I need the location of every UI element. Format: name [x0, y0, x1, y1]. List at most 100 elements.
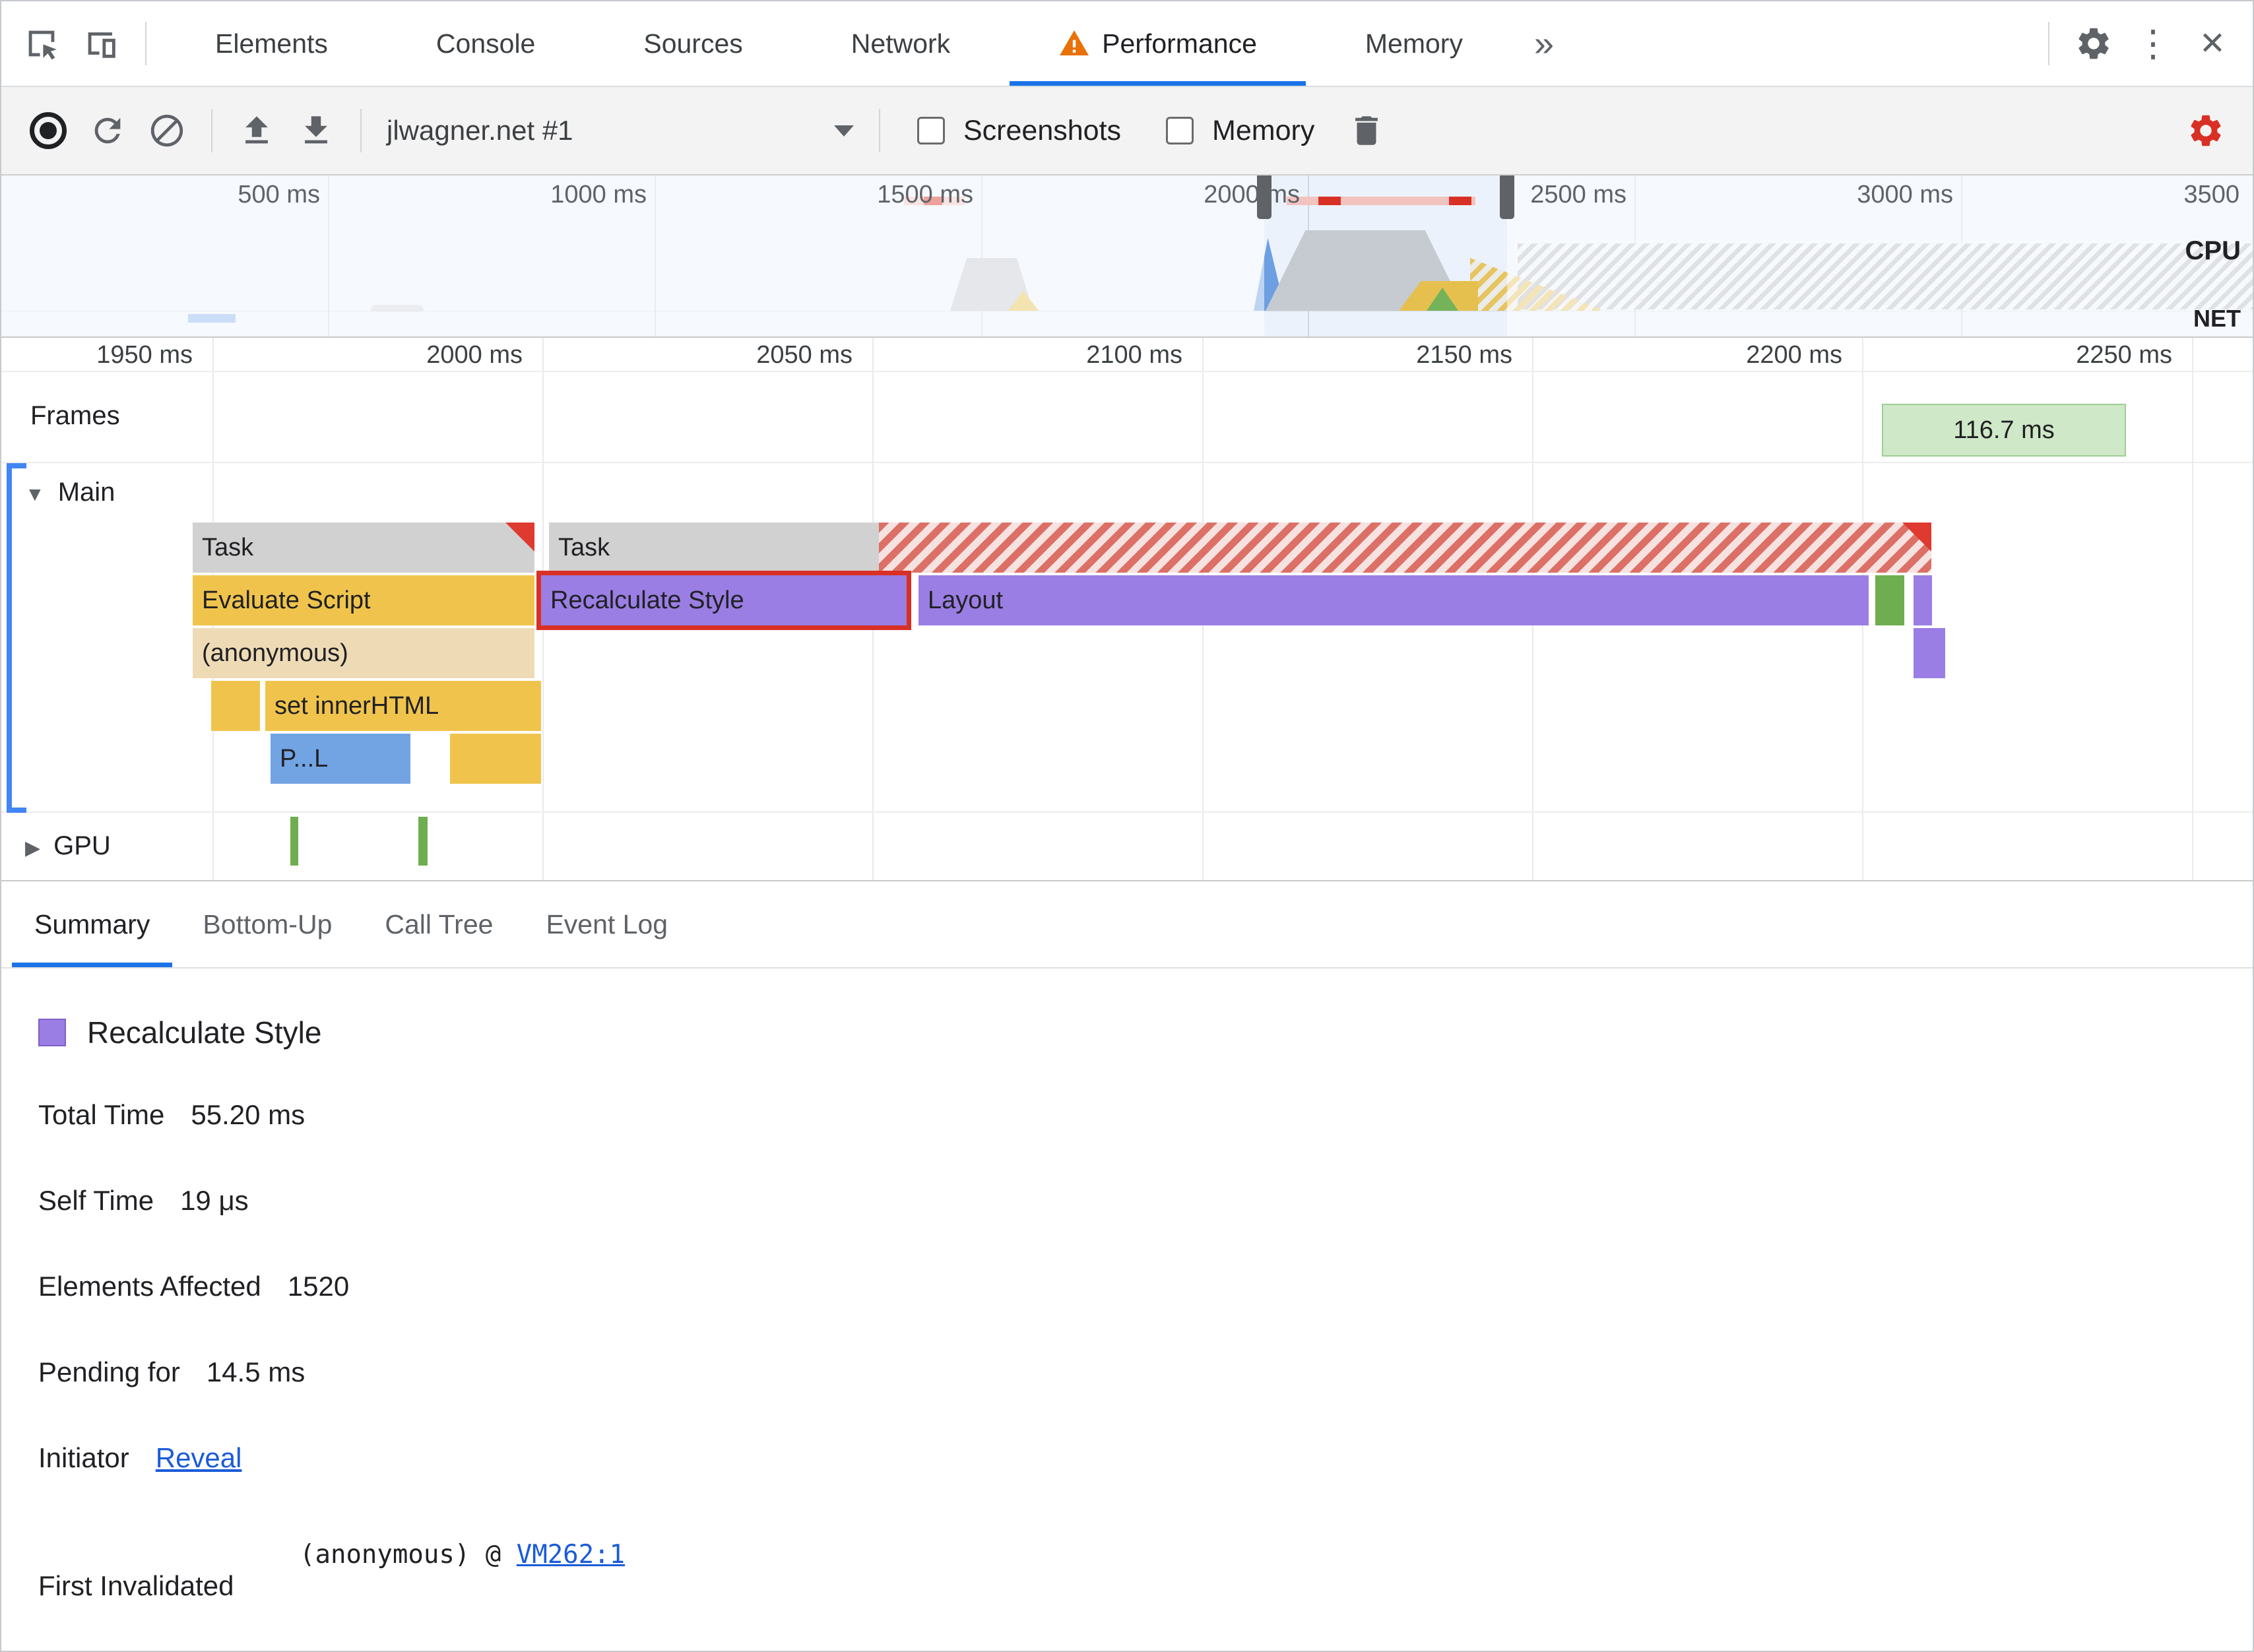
tab-label: Console: [435, 28, 536, 59]
overview-tick-label: 2000 ms: [1204, 181, 1300, 208]
save-profile-button[interactable]: [286, 101, 346, 160]
download-icon: [305, 116, 327, 144]
tab-label: Summary: [34, 908, 150, 939]
screenshots-toggle[interactable]: Screenshots: [917, 115, 1121, 147]
tab-elements[interactable]: Elements: [161, 1, 382, 86]
tab-label: Sources: [643, 28, 743, 59]
tab-bottom-up[interactable]: Bottom-Up: [176, 881, 358, 967]
record-button[interactable]: [18, 101, 78, 160]
tab-network[interactable]: Network: [797, 1, 1004, 86]
timeline-overview[interactable]: CPU NET 500 ms 1000 ms 1500 ms 2000 ms 2500 …: [1, 175, 2253, 338]
trash-icon: [1355, 116, 1378, 145]
tab-label: Performance: [1102, 28, 1257, 59]
toolbar-divider: [2048, 22, 2049, 65]
settings-button[interactable]: [2064, 14, 2123, 73]
net-label: NET: [2193, 305, 2241, 332]
gear-icon: [2191, 115, 2221, 146]
clear-button[interactable]: [137, 101, 197, 160]
source-location-link[interactable]: VM262:1: [517, 1540, 625, 1570]
more-tabs-button[interactable]: [1517, 23, 1571, 64]
toolbar-divider: [145, 22, 146, 65]
summary-row: Pending for 14.5 ms: [38, 1356, 305, 1388]
reveal-link[interactable]: Reveal: [156, 1442, 242, 1474]
gpu-activity-mark: [290, 817, 298, 866]
event-label: Recalculate Style: [550, 587, 744, 614]
flame-chart-area[interactable]: 1950 ms 2000 ms 2050 ms 2100 ms 2150 ms 2200 …: [1, 338, 2253, 881]
reload-and-record-button[interactable]: [78, 101, 137, 160]
gpu-track-events: [1, 338, 2253, 880]
summary-row: Elements Affected 1520: [38, 1271, 349, 1302]
capture-settings-button[interactable]: [2176, 101, 2236, 160]
tab-event-log[interactable]: Event Log: [519, 881, 694, 967]
close-devtools-button[interactable]: [2183, 14, 2242, 73]
overview-tick-label: 3000 ms: [1857, 181, 1953, 208]
profile-select-value: jlwagner.net #1: [387, 115, 573, 146]
summary-label: Total Time: [38, 1099, 165, 1130]
overview-tick-label: 500 ms: [238, 181, 320, 208]
summary-label: Initiator: [38, 1442, 129, 1473]
screenshots-label: Screenshots: [963, 114, 1122, 146]
overview-tick-label: 2500 ms: [1530, 181, 1626, 208]
kebab-menu-button[interactable]: [2123, 14, 2183, 73]
summary-label: Elements Affected: [38, 1271, 261, 1302]
tab-summary[interactable]: Summary: [8, 881, 176, 967]
reload-icon: [94, 117, 121, 144]
legend-color-swatch: [38, 1019, 66, 1046]
overview-activity: [1318, 197, 1341, 205]
details-tab-bar: Summary Bottom-Up Call Tree Event Log: [1, 881, 2253, 969]
load-profile-button[interactable]: [227, 101, 286, 160]
toolbar-divider: [360, 109, 362, 152]
stack-frame-text: (anonymous) @: [300, 1540, 517, 1570]
summary-panel: Recalculate Style Total Time 55.20 ms Se…: [1, 969, 2253, 1651]
summary-row: Initiator Reveal: [38, 1442, 242, 1474]
upload-icon: [245, 116, 268, 144]
chevron-down-icon: [834, 125, 854, 137]
tab-call-tree[interactable]: Call Tree: [358, 881, 519, 967]
delete-recording-button[interactable]: [1337, 101, 1396, 160]
overview-tick-label: 1500 ms: [877, 181, 973, 208]
cpu-label: CPU: [2185, 236, 2241, 265]
inspect-element-button[interactable]: [12, 14, 71, 73]
record-icon: [30, 112, 67, 149]
toolbar-divider: [879, 109, 880, 152]
tab-memory[interactable]: Memory: [1311, 1, 1517, 86]
tab-label: Bottom-Up: [203, 908, 333, 939]
summary-row: Self Time 19 μs: [38, 1185, 249, 1217]
summary-value: 1520: [287, 1271, 350, 1302]
gear-icon: [2078, 28, 2109, 59]
tab-console[interactable]: Console: [382, 1, 589, 86]
memory-checkbox[interactable]: [1166, 117, 1194, 144]
memory-label: Memory: [1212, 114, 1315, 146]
inspect-icon: [28, 30, 57, 60]
device-toolbar-button[interactable]: [71, 14, 131, 73]
tab-performance[interactable]: Performance: [1004, 1, 1311, 86]
block-icon: [150, 114, 183, 147]
flame-event-recalculate-style[interactable]: Recalculate Style: [536, 571, 911, 630]
selected-event-legend: Recalculate Style: [38, 1015, 321, 1050]
screenshots-checkbox[interactable]: [917, 117, 945, 144]
summary-value: 19 μs: [180, 1185, 249, 1216]
memory-toggle[interactable]: Memory: [1166, 115, 1314, 147]
gpu-activity-mark: [418, 817, 428, 866]
first-invalidated-stack: (anonymous) @ VM262:1: [300, 1540, 625, 1570]
devtools-tabs: Elements Console Sources Network Perform…: [161, 1, 1517, 86]
performance-toolbar: jlwagner.net #1 Screenshots Memory: [1, 87, 2253, 175]
summary-label: Self Time: [38, 1185, 154, 1216]
devtools-tab-bar: Elements Console Sources Network Perform…: [1, 1, 2253, 87]
summary-value: 55.20 ms: [191, 1099, 306, 1130]
profile-select[interactable]: jlwagner.net #1: [376, 115, 864, 146]
toolbar-divider: [211, 109, 212, 152]
tab-label: Elements: [215, 28, 328, 59]
selected-event-name: Recalculate Style: [87, 1015, 322, 1050]
summary-row: Total Time 55.20 ms: [38, 1099, 305, 1131]
warning-icon: [1058, 28, 1090, 59]
tab-label: Event Log: [546, 908, 668, 939]
tab-label: Network: [851, 28, 951, 59]
tab-sources[interactable]: Sources: [589, 1, 796, 86]
summary-label: Pending for: [38, 1356, 180, 1387]
device-toolbar-icon: [88, 32, 115, 58]
devtools-window: Elements Console Sources Network Perform…: [0, 0, 2254, 1652]
tab-label: Memory: [1365, 28, 1463, 59]
overview-tick-label: 1000 ms: [550, 181, 647, 208]
summary-value: 14.5 ms: [206, 1356, 306, 1387]
